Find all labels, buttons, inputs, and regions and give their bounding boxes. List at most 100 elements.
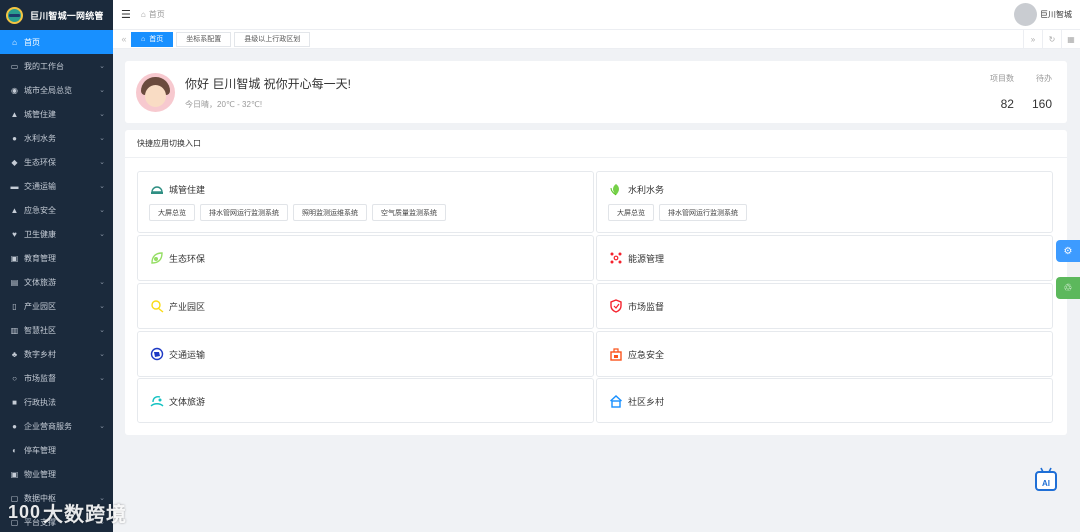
quick-app-card[interactable]: 市场监督 xyxy=(596,283,1053,329)
sidebar-item[interactable]: ▣ 物业管理 xyxy=(0,462,113,486)
menu-item-icon: ▯ xyxy=(12,301,17,311)
chevron-down-icon: ⌄ xyxy=(99,63,105,70)
quick-app-card[interactable]: 文体旅游 xyxy=(137,378,594,423)
app-title: 巨川智城一网统管 xyxy=(30,10,104,21)
quick-link-button[interactable]: 大屏总览 xyxy=(149,204,195,221)
menu-item-label: 企业营商服务 xyxy=(24,421,72,431)
quick-app-card[interactable]: 能源管理 xyxy=(596,235,1053,281)
menu-item-label: 产业园区 xyxy=(24,301,56,311)
quick-app-title[interactable]: 文体旅游 xyxy=(150,394,205,408)
quick-app-card[interactable]: 城管住建大屏总览 排水管网运行监测系统 照明监测运维系统 空气质量监测系统 xyxy=(137,171,594,233)
user-name[interactable]: 巨川智城 xyxy=(1040,9,1072,20)
menu-item-label: 文体旅游 xyxy=(24,277,56,287)
quick-link-button[interactable]: 照明监测运维系统 xyxy=(293,204,367,221)
water-plant-icon xyxy=(610,184,619,196)
menu-item-label: 卫生健康 xyxy=(24,229,56,239)
sidebar-item[interactable]: ▭ 我的工作台 ⌄ xyxy=(0,54,113,78)
user-avatar[interactable] xyxy=(1014,3,1037,26)
quick-app-label: 交通运输 xyxy=(169,349,206,360)
tab-admin-divisions[interactable]: 县级以上行政区划 xyxy=(234,31,311,47)
menu-toggle-icon[interactable]: ☰ xyxy=(121,8,131,21)
refresh-icon[interactable]: ↻ xyxy=(1042,29,1061,49)
quick-app-links: 大屏总览 排水管网运行监测系统 照明监测运维系统 空气质量监测系统 xyxy=(149,204,446,221)
sidebar-item[interactable]: ♥ 卫生健康 ⌄ xyxy=(0,222,113,246)
breadcrumb-label: 首页 xyxy=(148,10,165,19)
quick-app-title[interactable]: 产业园区 xyxy=(150,299,205,313)
tab-home[interactable]: ⌂ 首页 xyxy=(131,31,174,47)
tab-coordinate-config[interactable]: 坐标系配置 xyxy=(176,31,232,47)
tab-scroll-right-icon[interactable]: » xyxy=(1023,29,1042,49)
sidebar-item[interactable]: ○ 市场监督 ⌄ xyxy=(0,366,113,390)
menu-item-icon: ▣ xyxy=(10,253,19,263)
quick-app-title[interactable]: 城管住建 xyxy=(150,182,205,196)
sidebar-item[interactable]: ◉ 城市全局总览 ⌄ xyxy=(0,78,113,102)
quick-app-title[interactable]: 交通运输 xyxy=(150,347,205,361)
menu-item-label: 水利水务 xyxy=(24,133,56,143)
quick-app-title[interactable]: 水利水务 xyxy=(609,182,664,196)
menu-item-icon: ▲ xyxy=(10,205,19,215)
menu-item-icon: ◉ xyxy=(11,85,18,95)
home-icon: ⌂ xyxy=(140,10,146,19)
stat-value: 82 xyxy=(1000,97,1014,111)
helmet-icon xyxy=(151,186,163,194)
quick-link-button[interactable]: 大屏总览 xyxy=(608,204,654,221)
grid-menu-icon[interactable]: ▦ xyxy=(1061,29,1080,49)
quick-app-card[interactable]: 水利水务大屏总览 排水管网运行监测系统 xyxy=(596,171,1053,233)
quick-app-label: 生态环保 xyxy=(169,253,206,264)
settings-float-button[interactable]: ⚙ xyxy=(1056,240,1080,262)
sidebar-item[interactable]: ▬ 交通运输 ⌄ xyxy=(0,174,113,198)
sidebar-item[interactable]: ◆ 生态环保 ⌄ xyxy=(0,150,113,174)
leaf-icon xyxy=(151,252,163,264)
quick-app-card[interactable]: 交通运输 xyxy=(137,331,594,377)
sidebar-item[interactable]: ◐ 停车管理 xyxy=(0,438,113,462)
quick-app-title[interactable]: 社区乡村 xyxy=(609,394,664,408)
sidebar-item[interactable]: ♣ 数字乡村 ⌄ xyxy=(0,342,113,366)
sidebar-item[interactable]: ● 企业营商服务 ⌄ xyxy=(0,414,113,438)
welcome-avatar xyxy=(136,72,175,112)
app-logo-row[interactable]: 巨川智城一网统管 xyxy=(0,0,113,30)
emergency-building-icon xyxy=(610,348,622,361)
share-float-button[interactable]: ♲ xyxy=(1056,277,1080,299)
quick-app-card[interactable]: 社区乡村 xyxy=(596,378,1053,423)
sidebar-item[interactable]: ■ 行政执法 xyxy=(0,390,113,414)
menu-item-icon: ▭ xyxy=(10,61,19,71)
sidebar-item[interactable]: ▤ 文体旅游 ⌄ xyxy=(0,270,113,294)
quick-link-button[interactable]: 排水管网运行监测系统 xyxy=(200,204,288,221)
sidebar-item[interactable]: ▥ 智慧社区 ⌄ xyxy=(0,318,113,342)
ai-assistant-button[interactable]: AI xyxy=(1034,466,1058,494)
quick-app-title[interactable]: 能源管理 xyxy=(609,251,664,265)
gear-icon: ⚙ xyxy=(1063,245,1073,257)
chevron-down-icon: ⌄ xyxy=(99,327,105,334)
chevron-down-icon: ⌄ xyxy=(99,423,105,430)
quick-app-card[interactable]: 应急安全 xyxy=(596,331,1053,377)
sidebar-menu: ⌂ 首页 ▭ 我的工作台 ⌄ ◉ 城市全局总览 ⌄ ▲ 城管住建 ⌄ ● 水利水务 ⌄ ◆ 生态环保 ⌄ ▬ 交通运… xyxy=(0,30,113,532)
menu-item-label: 教育管理 xyxy=(24,253,56,263)
quick-link-button[interactable]: 空气质量监测系统 xyxy=(372,204,446,221)
quick-link-button[interactable]: 排水管网运行监测系统 xyxy=(659,204,747,221)
chevron-down-icon: ⌄ xyxy=(99,135,105,142)
sidebar-item[interactable]: ▲ 城管住建 ⌄ xyxy=(0,102,113,126)
menu-item-icon: ◆ xyxy=(11,157,18,167)
stat-projects: 项目数 82 xyxy=(990,73,1014,111)
tab-scroll-left-icon[interactable]: « xyxy=(117,34,131,44)
sidebar-item[interactable]: ▯ 产业园区 ⌄ xyxy=(0,294,113,318)
quick-app-card[interactable]: 产业园区 xyxy=(137,283,594,329)
chevron-down-icon: ⌄ xyxy=(99,375,105,382)
quick-app-label: 社区乡村 xyxy=(628,396,665,407)
sidebar-item[interactable]: ▲ 应急安全 ⌄ xyxy=(0,198,113,222)
user-menu[interactable]: 巨川智城 xyxy=(1014,3,1072,26)
sidebar-item[interactable]: ⌂ 首页 xyxy=(0,30,113,54)
sidebar-item[interactable]: ▣ 教育管理 xyxy=(0,246,113,270)
menu-item-icon: ▲ xyxy=(10,109,19,119)
sidebar-item[interactable]: ● 水利水务 ⌄ xyxy=(0,126,113,150)
quick-app-card[interactable]: 生态环保 xyxy=(137,235,594,281)
quick-app-title[interactable]: 市场监督 xyxy=(609,299,664,313)
quick-app-title[interactable]: 应急安全 xyxy=(609,347,664,361)
energy-network-icon xyxy=(610,252,622,264)
quick-app-label: 应急安全 xyxy=(628,349,665,360)
quick-app-title[interactable]: 生态环保 xyxy=(150,251,205,265)
greeting-text: 你好 巨川智城 祝你开心每一天! xyxy=(185,76,352,91)
chevron-down-icon: ⌄ xyxy=(99,303,105,310)
stat-value: 160 xyxy=(1031,97,1052,111)
quick-app-label: 文体旅游 xyxy=(169,396,206,407)
